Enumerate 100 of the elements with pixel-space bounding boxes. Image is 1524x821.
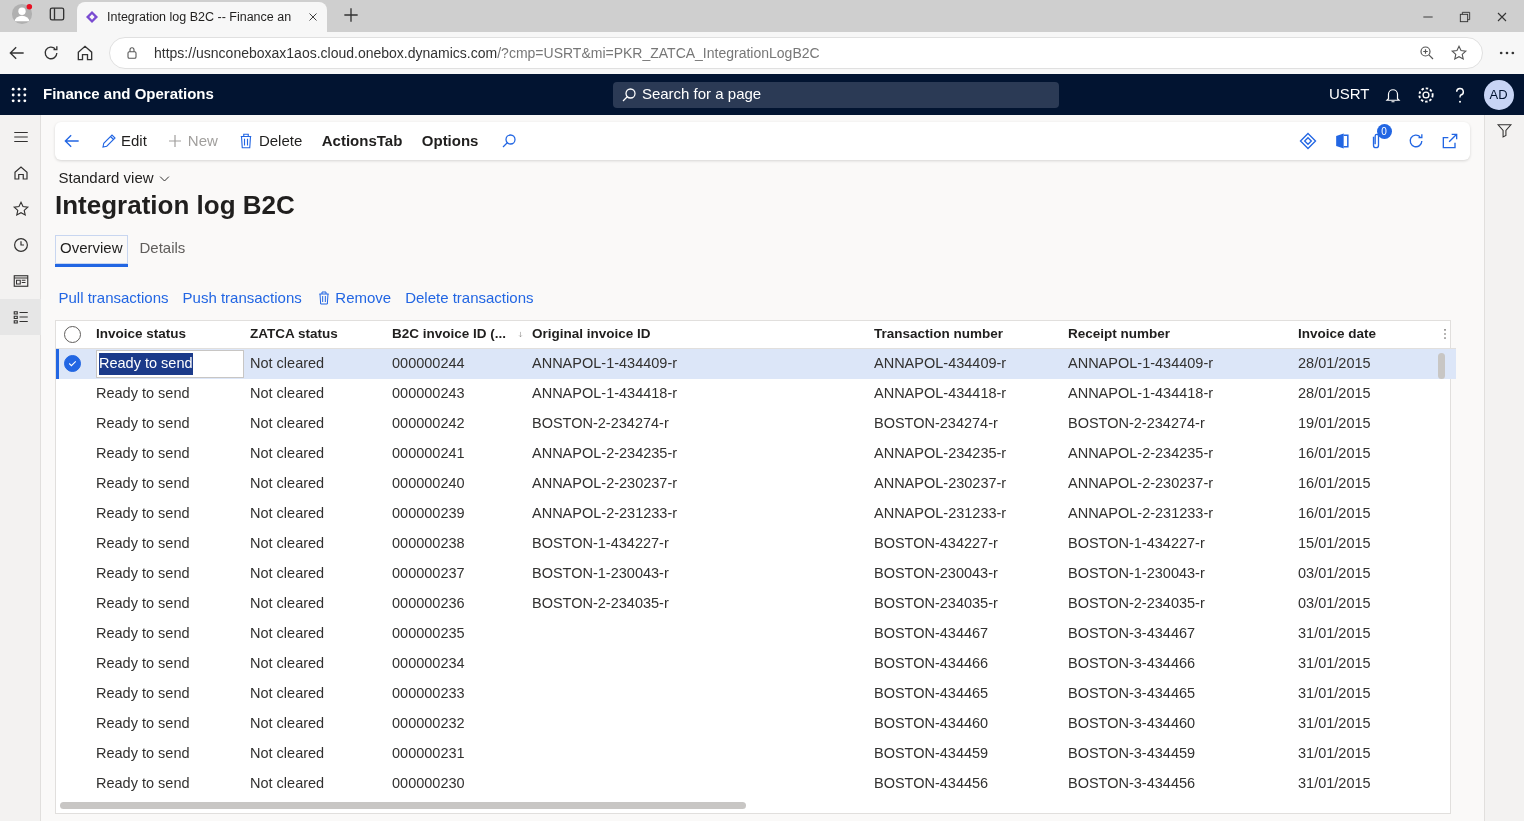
table-cell: ANNAPOL-1-434409-r (1064, 348, 1294, 379)
table-cell-text: Ready to send (95, 623, 191, 643)
favorites-icon[interactable] (11, 199, 30, 218)
table-cell-text: 31/01/2015 (1297, 773, 1372, 793)
table-cell-text: BOSTON-434459 (873, 743, 990, 763)
table-cell-text: BOSTON-1-434227-r (1067, 533, 1206, 553)
restore-icon[interactable] (1457, 9, 1473, 25)
page-title: Integration log B2C (55, 189, 296, 221)
select-all-radio[interactable] (63, 325, 81, 343)
app-title: Finance and Operations (43, 84, 214, 105)
action-link[interactable]: Delete transactions (405, 287, 534, 310)
form-tab[interactable]: Overview (55, 234, 128, 268)
table-cell-text: BOSTON-3-434465 (1067, 683, 1197, 703)
table-cell: Ready to send (92, 378, 246, 409)
table-cell-text: Ready to send (95, 593, 191, 613)
row-select-radio[interactable] (63, 355, 81, 373)
app-icon (84, 9, 100, 25)
table-cell-text: 000000233 (391, 683, 466, 703)
edit-button[interactable]: Edit (91, 125, 155, 157)
address-bar[interactable]: https://usnconeboxax1aos.cloud.onebox.dynamics.com/?cmp=USRT&mi=PKR_ZATCA_IntegrationLogB2C (109, 37, 1483, 69)
menu-button[interactable]: ActionsTab (313, 125, 411, 157)
new-tab-icon[interactable] (341, 5, 361, 25)
column-header[interactable]: Invoice date (1298, 326, 1377, 342)
input-field[interactable]: Ready to send (96, 349, 244, 378)
table-cell-text: BOSTON-434460 (873, 713, 990, 733)
table-cell-text: 000000234 (391, 653, 466, 673)
table-cell-text: BOSTON-434465 (873, 683, 990, 703)
scrollbar-thumb[interactable] (1438, 352, 1445, 379)
column-header[interactable]: Receipt number (1068, 326, 1171, 342)
table-cell-text: BOSTON-2-234035-r (531, 593, 670, 613)
table-cell-text: BOSTON-2-234274-r (1067, 413, 1206, 433)
column-header[interactable]: Transaction number (874, 326, 1004, 342)
power-apps-icon[interactable] (1297, 131, 1318, 151)
table-cell-text: ANNAPOL-2-234235-r (531, 443, 679, 463)
table-cell-text: Not cleared (249, 773, 326, 793)
table-cell-text: Ready to send (95, 413, 191, 433)
table-cell-text: Not cleared (249, 743, 326, 763)
table-cell-text: Not cleared (249, 623, 326, 643)
column-header[interactable]: ZATCA status (250, 326, 338, 342)
recent-icon[interactable] (11, 235, 30, 254)
delete-button[interactable]: Delete (229, 125, 311, 157)
search-icon (620, 85, 639, 104)
table-cell: ANNAPOL-434409-r (870, 348, 1064, 379)
table-cell-text: BOSTON-434467 (873, 623, 990, 643)
table-cell-text: 31/01/2015 (1297, 653, 1372, 673)
search-field[interactable]: Search for a page (613, 81, 1060, 108)
table-cell-text: Ready to send (95, 773, 191, 793)
favorite-icon[interactable] (1450, 44, 1468, 62)
column-header[interactable]: B2C invoice ID (... (392, 324, 507, 345)
table-cell-text: Ready to send (95, 533, 191, 553)
table-cell-text: Not cleared (249, 473, 326, 493)
tab-title: Integration log B2C -- Finance an (107, 8, 293, 26)
table-cell-text: 000000238 (391, 533, 466, 553)
form-tab[interactable]: Details (134, 234, 191, 268)
table-cell-text: BOSTON-434227-r (873, 533, 999, 553)
table-cell-text: 19/01/2015 (1297, 413, 1372, 433)
url-text: https://usnconeboxax1aos.cloud.onebox.dynamics.com/?cmp=USRT&mi=PKR_ZATCA_IntegrationLogB2C (154, 43, 820, 63)
table-cell: ANNAPOL-1-434418-r (1064, 378, 1294, 409)
table-cell-text: Not cleared (249, 503, 326, 523)
table-cell-text: Not cleared (249, 533, 326, 553)
table-cell: ANNAPOL-1-434418-r (528, 378, 870, 409)
count-badge: 0 (1376, 124, 1392, 139)
table-cell-text: ANNAPOL-230237-r (873, 473, 1008, 493)
table-cell-text: 03/01/2015 (1297, 593, 1372, 613)
filter-icon[interactable] (1496, 122, 1513, 139)
browser-tab[interactable]: Integration log B2C -- Finance an (77, 2, 327, 32)
table-cell-text: Ready to send (95, 713, 191, 733)
action-link[interactable]: Push transactions (182, 287, 302, 310)
profile-icon[interactable] (10, 3, 33, 25)
table-cell-text: BOSTON-3-434460 (1067, 713, 1197, 733)
table-cell-text: BOSTON-434456 (873, 773, 990, 793)
table-cell: 28/01/2015 (1294, 378, 1434, 409)
menu-button[interactable]: Options (413, 125, 487, 157)
column-header[interactable]: Original invoice ID (532, 326, 651, 342)
action-link[interactable]: Pull transactions (58, 287, 169, 310)
table-cell-text: BOSTON-1-230043-r (1067, 563, 1206, 583)
company-picker[interactable]: USRT (1328, 83, 1370, 106)
zoom-icon[interactable] (1418, 44, 1436, 62)
table-cell-text: 000000242 (391, 413, 466, 433)
attachments-button[interactable]: 0 (1365, 124, 1392, 151)
table-cell-text: Not cleared (249, 563, 326, 583)
table-cell-text: BOSTON-1-434227-r (531, 533, 670, 553)
table-cell-text: BOSTON-3-434456 (1067, 773, 1197, 793)
scrollbar-thumb[interactable] (59, 802, 746, 810)
home-icon[interactable] (75, 43, 95, 63)
user-avatar[interactable]: AD (1483, 79, 1514, 110)
table-cell-text: BOSTON-2-234274-r (531, 413, 670, 433)
table-cell-text: BOSTON-3-434459 (1067, 743, 1197, 763)
table-cell-text: 000000230 (391, 773, 466, 793)
table-cell-text: Not cleared (249, 593, 326, 613)
table-cell-text: ANNAPOL-2-230237-r (531, 473, 679, 493)
remove-button[interactable]: Remove (315, 287, 392, 310)
table-cell-text: BOSTON-1-230043-r (531, 563, 670, 583)
view-selector[interactable]: Standard view (58, 167, 1470, 190)
table-cell-text: BOSTON-2-234035-r (1067, 593, 1206, 613)
table-cell-text: 000000241 (391, 443, 466, 463)
table-cell-text: Ready to send (95, 683, 191, 703)
table-cell-text: Ready to send (95, 503, 191, 523)
column-header[interactable]: Invoice status (96, 326, 187, 342)
table-cell-text: Not cleared (249, 683, 326, 703)
